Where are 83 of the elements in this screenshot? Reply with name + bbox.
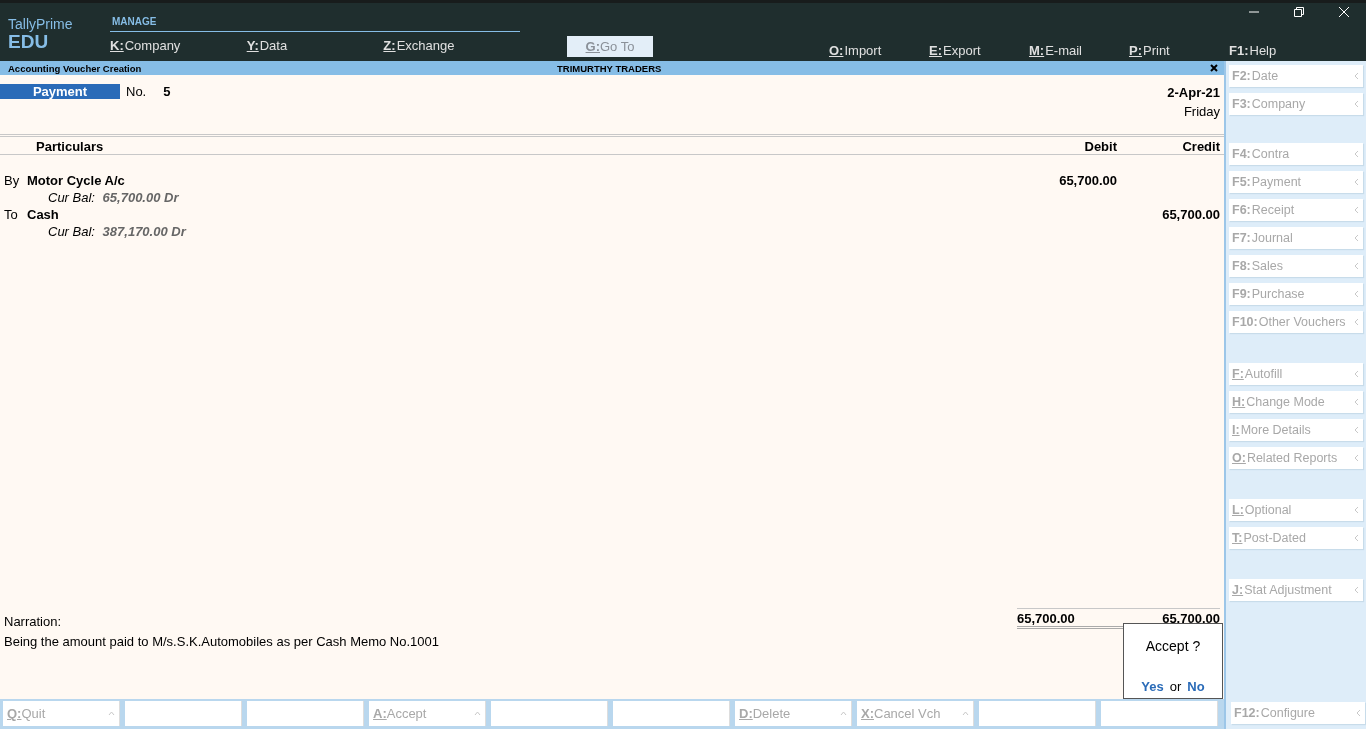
chevron-icon [1354, 100, 1359, 108]
chevron-icon [1354, 454, 1359, 462]
voucher-type: Payment [0, 83, 120, 99]
chevron-icon [1354, 506, 1359, 514]
chevron-icon [962, 711, 969, 716]
ledger-name: Motor Cycle A/c [27, 173, 125, 190]
menu-item[interactable]: K:Company [110, 38, 247, 53]
chevron-icon [108, 711, 115, 716]
narration-label: Narration: [4, 614, 62, 629]
bottom-button[interactable]: A:Accept [369, 701, 486, 726]
side-button[interactable]: L:Optional [1229, 499, 1363, 521]
debit-amount: 65,700.00 [1059, 173, 1117, 188]
dialog-question: Accept ? [1145, 638, 1201, 654]
app-edition: EDU [8, 32, 49, 52]
close-icon[interactable] [1210, 64, 1218, 72]
side-button[interactable]: H:Change Mode [1229, 391, 1363, 413]
chevron-icon [1354, 318, 1359, 326]
column-header: Credit [1181, 139, 1220, 154]
menu-item[interactable]: Z:Exchange [383, 38, 520, 53]
bottom-button[interactable]: D:Delete [735, 701, 852, 726]
yes-button[interactable]: Yes [1141, 679, 1164, 694]
side-button[interactable]: F6:Receipt [1229, 199, 1363, 221]
balance-label: Cur Bal: [48, 190, 95, 205]
menu-item[interactable]: E:Export [929, 40, 1029, 61]
narration-text: Being the amount paid to M/s.S.K.Automobiles as per Cash Memo No.1001 [4, 633, 439, 649]
side-button[interactable]: I:More Details [1229, 419, 1363, 441]
app-name: TallyPrime [8, 16, 74, 32]
chevron-icon [1354, 150, 1359, 158]
chevron-icon [1354, 370, 1359, 378]
side-button[interactable]: O:Related Reports [1229, 447, 1363, 469]
balance-value: 65,700.00 Dr [102, 190, 179, 205]
menu-item[interactable]: P:Print [1129, 40, 1229, 61]
chevron-icon [1354, 72, 1359, 80]
balance-value: 387,170.00 Dr [102, 224, 186, 239]
chevron-icon [1356, 709, 1361, 717]
chevron-icon [1354, 398, 1359, 406]
bottom-button[interactable]: X:Cancel Vch [857, 701, 974, 726]
ledger-name: Cash [27, 207, 59, 224]
side-button[interactable]: F8:Sales [1229, 255, 1363, 277]
side-button[interactable]: F7:Journal [1229, 227, 1363, 249]
menu-item[interactable]: O:Import [829, 40, 929, 61]
balance-label: Cur Bal: [48, 224, 95, 239]
side-button[interactable]: F2:Date [1229, 65, 1363, 87]
chevron-icon [1354, 178, 1359, 186]
menu-item[interactable]: M:E-mail [1029, 40, 1129, 61]
column-header: Debit [1083, 139, 1117, 154]
number-label: No. [126, 83, 147, 99]
voucher-date: 2-Apr-21 [1167, 84, 1220, 102]
menu-item[interactable]: Y:Data [246, 38, 384, 53]
restore-icon[interactable] [1293, 6, 1305, 18]
or-text: or [1169, 679, 1182, 694]
side-button[interactable]: F3:Company [1229, 93, 1363, 115]
side-button[interactable]: F:Autofill [1229, 363, 1363, 385]
side-button[interactable]: F9:Purchase [1229, 283, 1363, 305]
chevron-icon [474, 711, 481, 716]
no-button[interactable]: No [1187, 679, 1205, 694]
window-title: Accounting Voucher Creation [8, 62, 143, 74]
credit-total: 65,700.00 [1162, 611, 1220, 626]
bottom-button[interactable]: Q:Quit [3, 701, 120, 726]
column-header: Particulars [36, 139, 105, 154]
credit-amount: 65,700.00 [1162, 207, 1220, 222]
menu-item[interactable]: F1:Help [1229, 40, 1277, 61]
chevron-icon [1354, 262, 1359, 270]
side-button[interactable]: J:Stat Adjustment [1229, 579, 1363, 601]
side-button[interactable]: F4:Contra [1229, 143, 1363, 165]
chevron-icon [1354, 586, 1359, 594]
side-button[interactable]: F10:Other Vouchers [1229, 311, 1363, 333]
company-name: TRIMURTHY TRADERS [557, 62, 663, 74]
chevron-icon [1354, 234, 1359, 242]
configure-button[interactable]: F12:Configure [1231, 702, 1365, 724]
side-button[interactable]: F5:Payment [1229, 171, 1363, 193]
voucher-number: 5 [163, 83, 171, 99]
chevron-icon [840, 711, 847, 716]
chevron-icon [1354, 206, 1359, 214]
entry-prefix: By [4, 173, 21, 190]
chevron-icon [1354, 290, 1359, 298]
chevron-icon [1354, 534, 1359, 542]
voucher-day: Friday [1183, 102, 1220, 121]
side-button[interactable]: T:Post-Dated [1229, 527, 1363, 549]
chevron-icon [1354, 426, 1359, 434]
debit-total: 65,700.00 [1017, 611, 1075, 626]
entry-prefix: To [4, 207, 19, 224]
menu-heading: MANAGE [110, 16, 520, 32]
